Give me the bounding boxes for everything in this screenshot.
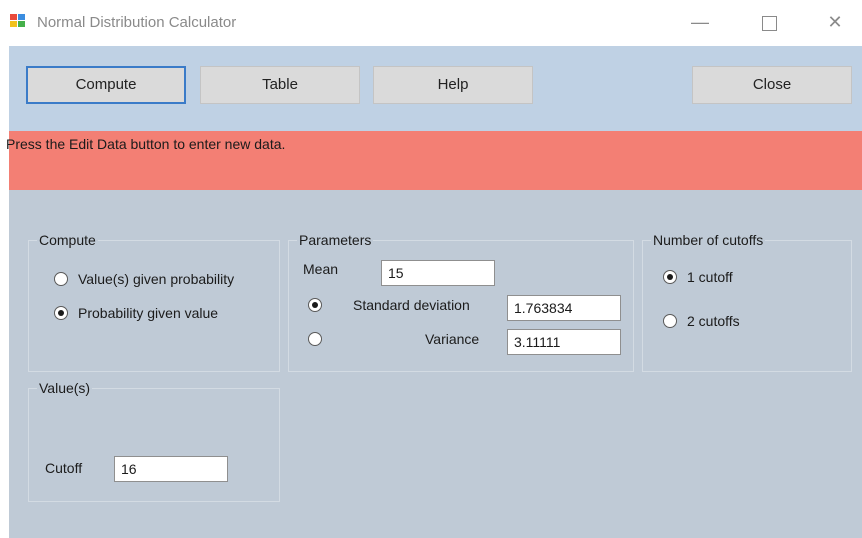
title-bar: Normal Distribution Calculator — ✕ [0, 0, 862, 46]
compute-group-title: Compute [37, 232, 98, 248]
cutoffs-group-title: Number of cutoffs [651, 232, 766, 248]
radio-value-given-probability[interactable]: Value(s) given probability [54, 271, 269, 291]
radio-label: 1 cutoff [687, 269, 733, 285]
help-button[interactable]: Help [373, 66, 533, 104]
compute-group: Compute Value(s) given probability Proba… [28, 232, 280, 372]
radio-label: Probability given value [78, 305, 219, 321]
radio-button[interactable] [54, 272, 68, 286]
radio-label: Value(s) given probability [78, 271, 235, 287]
radio-label: 2 cutoffs [687, 313, 740, 329]
variance-label: Variance [425, 331, 480, 347]
table-button[interactable]: Table [200, 66, 360, 104]
values-group-title: Value(s) [37, 380, 93, 396]
radio-button[interactable] [54, 306, 68, 320]
compute-button[interactable]: Compute [26, 66, 186, 104]
maximize-icon [761, 15, 777, 31]
variance-input[interactable] [507, 329, 621, 355]
mean-input[interactable] [381, 260, 495, 286]
cutoff-label: Cutoff [45, 460, 83, 476]
status-banner: Press the Edit Data button to enter new … [6, 131, 862, 191]
values-group: Value(s) Cutoff [28, 380, 280, 502]
variance-radio[interactable] [308, 332, 322, 346]
radio-probability-given-value[interactable]: Probability given value [54, 305, 269, 325]
parameters-group-title: Parameters [297, 232, 374, 248]
window-title: Normal Distribution Calculator [37, 14, 237, 31]
sd-input[interactable] [507, 295, 621, 321]
status-message: Press the Edit Data button to enter new … [6, 136, 286, 152]
mean-label: Mean [303, 261, 339, 277]
main-panel: Compute Value(s) given probability Proba… [9, 190, 862, 538]
cutoff-input[interactable] [114, 456, 228, 482]
close-window-button[interactable]: ✕ [815, 6, 855, 38]
toolbar: Compute Table Help Close [9, 46, 862, 131]
radio-button[interactable] [663, 270, 677, 284]
cutoffs-group: Number of cutoffs 1 cutoff 2 cutoffs [642, 232, 852, 372]
parameters-group: Parameters Mean Standard deviation Varia… [288, 232, 634, 372]
maximize-button[interactable] [749, 6, 789, 38]
radio-two-cutoffs[interactable]: 2 cutoffs [663, 313, 813, 333]
minimize-button[interactable]: — [680, 6, 720, 38]
close-button[interactable]: Close [692, 66, 852, 104]
app-icon [10, 14, 27, 29]
sd-label: Standard deviation [353, 297, 470, 313]
radio-one-cutoff[interactable]: 1 cutoff [663, 269, 813, 289]
radio-button[interactable] [663, 314, 677, 328]
sd-radio[interactable] [308, 298, 322, 312]
